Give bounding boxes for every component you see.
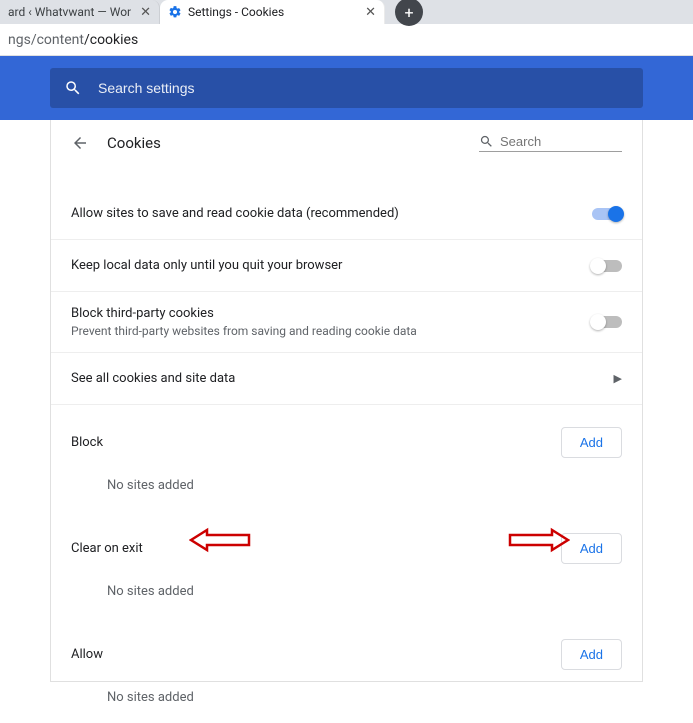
browser-tabstrip: ard ‹ Whatvwant — Wor ✕ Settings - Cooki… xyxy=(0,0,693,24)
row-label: See all cookies and site data xyxy=(71,371,235,386)
address-bar[interactable]: ngs/content/cookies xyxy=(0,24,693,56)
page-header: Cookies xyxy=(51,120,642,160)
search-settings-box[interactable] xyxy=(50,68,643,108)
tab-title: Settings - Cookies xyxy=(188,5,284,19)
toggle-block-third-party[interactable] xyxy=(592,316,622,328)
search-icon xyxy=(479,134,494,149)
back-arrow-icon[interactable] xyxy=(71,134,89,152)
section-label: Block xyxy=(71,435,103,450)
row-block-third-party: Block third-party cookies Prevent third-… xyxy=(51,292,642,353)
section-block-header: Block Add xyxy=(51,405,642,468)
close-icon[interactable]: ✕ xyxy=(140,5,151,20)
row-label: Allow sites to save and read cookie data… xyxy=(71,206,399,221)
add-button-clear-on-exit[interactable]: Add xyxy=(561,533,622,564)
page-title: Cookies xyxy=(107,134,161,152)
tab-active[interactable]: Settings - Cookies ✕ xyxy=(160,0,385,24)
close-icon[interactable]: ✕ xyxy=(365,5,376,20)
toggle-allow-save[interactable] xyxy=(592,208,622,220)
tab-inactive[interactable]: ard ‹ Whatvwant — Wor ✕ xyxy=(0,0,160,24)
url-path: /cookies xyxy=(84,32,138,48)
url-prefix: ngs/content xyxy=(8,32,84,48)
annotation-arrow-left xyxy=(189,527,251,553)
row-description: Prevent third-party websites from saving… xyxy=(71,324,417,338)
search-icon xyxy=(64,79,82,97)
add-button-block[interactable]: Add xyxy=(561,427,622,458)
gear-icon xyxy=(168,5,182,19)
local-search[interactable] xyxy=(479,134,622,152)
section-label: Allow xyxy=(71,647,103,662)
allow-empty-msg: No sites added xyxy=(51,680,642,723)
row-label: Block third-party cookies xyxy=(71,306,417,321)
add-button-allow[interactable]: Add xyxy=(561,639,622,670)
settings-content: Cookies Allow sites to save and read coo… xyxy=(50,120,643,682)
section-clear-on-exit-header: Clear on exit Add xyxy=(51,511,642,574)
block-empty-msg: No sites added xyxy=(51,468,642,511)
row-allow-save-cookies: Allow sites to save and read cookie data… xyxy=(51,188,642,240)
row-see-all-cookies[interactable]: See all cookies and site data ▶ xyxy=(51,353,642,405)
local-search-input[interactable] xyxy=(500,134,610,149)
clear-on-exit-empty-msg: No sites added xyxy=(51,574,642,617)
tab-title: ard ‹ Whatvwant — Wor xyxy=(8,5,131,19)
new-tab-button[interactable]: + xyxy=(395,0,423,26)
search-settings-input[interactable] xyxy=(98,80,629,96)
chevron-right-icon: ▶ xyxy=(614,372,622,385)
row-label: Keep local data only until you quit your… xyxy=(71,258,342,273)
row-keep-local: Keep local data only until you quit your… xyxy=(51,240,642,292)
section-allow-header: Allow Add xyxy=(51,617,642,680)
toggle-keep-local[interactable] xyxy=(592,260,622,272)
section-label: Clear on exit xyxy=(71,541,143,556)
settings-header-bar xyxy=(0,56,693,120)
